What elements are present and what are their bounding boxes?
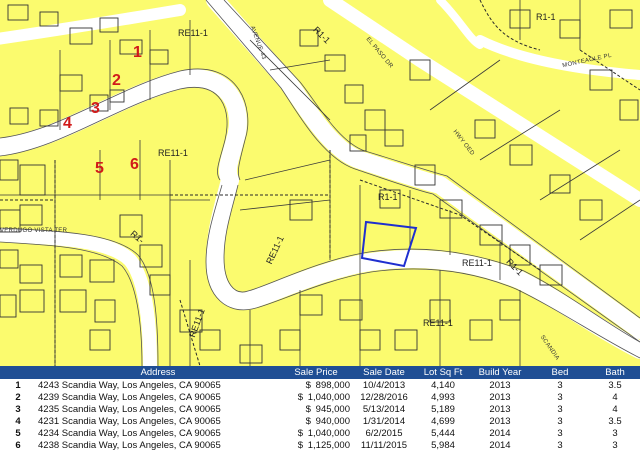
lot-number-1: 1 bbox=[133, 44, 142, 61]
price-value: 1,040,000 bbox=[307, 427, 350, 439]
cell-bath: 4 bbox=[612, 403, 618, 415]
cell-sale-price: $1,040,000 bbox=[280, 427, 352, 439]
header-bath: Bath bbox=[605, 367, 625, 378]
street-label-verdugo: VERDUGO VISTA TER bbox=[0, 228, 68, 234]
cell-sale-date: 12/28/2016 bbox=[360, 391, 408, 403]
cell-sale-price: $1,040,000 bbox=[280, 391, 352, 403]
cell-bath: 3 bbox=[612, 427, 618, 439]
parcel-map-canvas bbox=[0, 0, 640, 366]
parcel-background bbox=[0, 0, 640, 366]
table-row: 6 4238 Scandia Way, Los Angeles, CA 90065… bbox=[0, 439, 640, 451]
header-sale-date: Sale Date bbox=[363, 367, 405, 378]
cell-bed: 3 bbox=[557, 379, 563, 391]
price-value: 940,000 bbox=[315, 415, 350, 427]
cell-sale-date: 10/4/2013 bbox=[362, 379, 406, 391]
cell-sale-date: 1/31/2014 bbox=[362, 415, 406, 427]
lot-number-6: 6 bbox=[130, 156, 139, 173]
cell-sale-price: $898,000 bbox=[280, 379, 352, 391]
zone-label: R1-1 bbox=[536, 12, 556, 22]
currency-symbol: $ bbox=[297, 391, 304, 403]
lot-number-5: 5 bbox=[95, 160, 104, 177]
parcel-map: RE11-1 RE11-1 RE11-1 RE11-1 RE11-1 RE11-… bbox=[0, 0, 640, 366]
cell-build-year: 2013 bbox=[489, 403, 511, 415]
cell-bath: 4 bbox=[612, 391, 618, 403]
cell-sale-date: 5/13/2014 bbox=[362, 403, 406, 415]
currency-symbol: $ bbox=[305, 415, 311, 427]
sales-table: Address Sale Price Sale Date Lot Sq Ft B… bbox=[0, 366, 640, 451]
cell-lot-sq-ft: 5,984 bbox=[431, 439, 455, 451]
cell-build-year: 2013 bbox=[489, 379, 511, 391]
price-value: 945,000 bbox=[315, 403, 350, 415]
cell-build-year: 2013 bbox=[489, 391, 511, 403]
table-header-row: Address Sale Price Sale Date Lot Sq Ft B… bbox=[0, 366, 640, 379]
cell-lot-sq-ft: 4,140 bbox=[431, 379, 455, 391]
header-build-year: Build Year bbox=[478, 367, 522, 378]
cell-sale-date: 6/2/2015 bbox=[365, 427, 403, 439]
cell-bed: 3 bbox=[557, 427, 563, 439]
table-row: 4 4231 Scandia Way, Los Angeles, CA 90065… bbox=[0, 415, 640, 427]
table-row: 1 4243 Scandia Way, Los Angeles, CA 90065… bbox=[0, 379, 640, 391]
cell-build-year: 2013 bbox=[489, 415, 511, 427]
price-value: 898,000 bbox=[315, 379, 350, 391]
currency-symbol: $ bbox=[305, 379, 311, 391]
cell-bath: 3.5 bbox=[608, 379, 622, 391]
header-bed: Bed bbox=[551, 367, 569, 378]
zone-label: RE11-1 bbox=[462, 258, 492, 268]
cell-build-year: 2014 bbox=[489, 427, 511, 439]
cell-address: 4234 Scandia Way, Los Angeles, CA 90065 bbox=[38, 427, 221, 439]
table-row: 3 4235 Scandia Way, Los Angeles, CA 90065… bbox=[0, 403, 640, 415]
cell-bath: 3.5 bbox=[608, 415, 622, 427]
cell-sale-date: 11/11/2015 bbox=[360, 439, 408, 451]
lot-number-4: 4 bbox=[63, 115, 72, 132]
cell-lot-sq-ft: 4,699 bbox=[431, 415, 455, 427]
cell-lot-sq-ft: 5,189 bbox=[431, 403, 455, 415]
cell-bed: 3 bbox=[557, 391, 563, 403]
table-body: 1 4243 Scandia Way, Los Angeles, CA 90065… bbox=[0, 379, 640, 451]
lot-number-2: 2 bbox=[112, 72, 121, 89]
sales-table-container: Address Sale Price Sale Date Lot Sq Ft B… bbox=[0, 366, 640, 456]
cell-address: 4243 Scandia Way, Los Angeles, CA 90065 bbox=[38, 379, 221, 391]
cell-address: 4238 Scandia Way, Los Angeles, CA 90065 bbox=[38, 439, 221, 451]
cell-lot-sq-ft: 5,444 bbox=[431, 427, 455, 439]
zone-label: RE11-1 bbox=[158, 148, 188, 158]
row-number: 1 bbox=[15, 379, 21, 391]
zone-label: RE11-1 bbox=[423, 318, 453, 328]
cell-build-year: 2014 bbox=[489, 439, 511, 451]
zone-label: RE11-1 bbox=[178, 28, 208, 38]
price-value: 1,125,000 bbox=[307, 439, 350, 451]
cell-bed: 3 bbox=[557, 439, 563, 451]
header-lot-sq-ft: Lot Sq Ft bbox=[423, 367, 463, 378]
cell-address: 4235 Scandia Way, Los Angeles, CA 90065 bbox=[38, 403, 221, 415]
cell-address: 4231 Scandia Way, Los Angeles, CA 90065 bbox=[38, 415, 221, 427]
row-number: 3 bbox=[15, 403, 21, 415]
cell-sale-price: $1,125,000 bbox=[280, 439, 352, 451]
cell-sale-price: $940,000 bbox=[280, 415, 352, 427]
price-value: 1,040,000 bbox=[307, 391, 350, 403]
row-number: 2 bbox=[15, 391, 21, 403]
cell-bed: 3 bbox=[557, 415, 563, 427]
currency-symbol: $ bbox=[297, 427, 304, 439]
row-number: 5 bbox=[15, 427, 21, 439]
row-number: 6 bbox=[15, 439, 21, 451]
cell-address: 4239 Scandia Way, Los Angeles, CA 90065 bbox=[38, 391, 221, 403]
currency-symbol: $ bbox=[305, 403, 311, 415]
cell-lot-sq-ft: 4,993 bbox=[431, 391, 455, 403]
header-index bbox=[0, 366, 36, 379]
lot-number-3: 3 bbox=[91, 100, 100, 117]
header-address: Address bbox=[140, 367, 176, 378]
header-sale-price: Sale Price bbox=[294, 367, 338, 378]
currency-symbol: $ bbox=[297, 439, 304, 451]
cell-bath: 3 bbox=[612, 439, 618, 451]
cell-sale-price: $945,000 bbox=[280, 403, 352, 415]
zone-label: R1-1 bbox=[378, 192, 398, 202]
table-row: 2 4239 Scandia Way, Los Angeles, CA 90065… bbox=[0, 391, 640, 403]
cell-bed: 3 bbox=[557, 403, 563, 415]
row-number: 4 bbox=[15, 415, 21, 427]
table-row: 5 4234 Scandia Way, Los Angeles, CA 90065… bbox=[0, 427, 640, 439]
